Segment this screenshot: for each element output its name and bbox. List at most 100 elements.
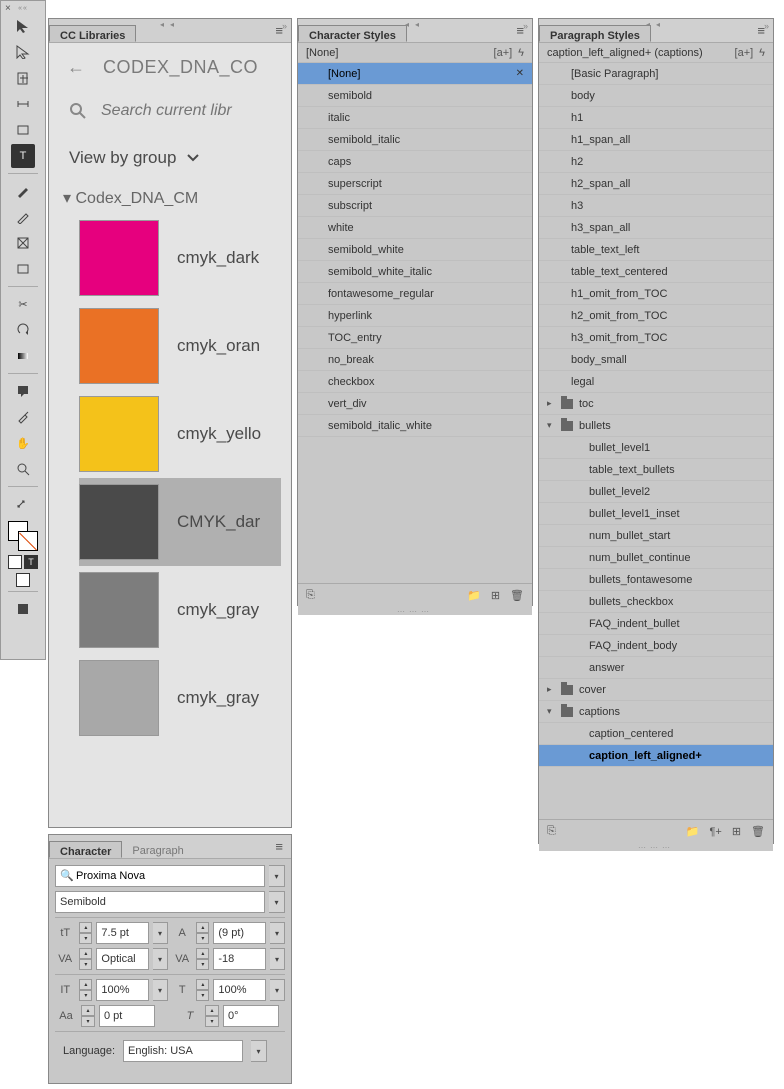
hscale-field[interactable]: 100% bbox=[213, 979, 266, 1001]
style-group-icon[interactable]: 📁 bbox=[686, 825, 700, 838]
gradient-swatch-tool[interactable] bbox=[11, 344, 35, 368]
character-style-item[interactable]: caps bbox=[298, 151, 532, 173]
paragraph-style-item[interactable]: h1_omit_from_TOC bbox=[539, 283, 773, 305]
paragraph-style-item[interactable]: h2_omit_from_TOC bbox=[539, 305, 773, 327]
group-header[interactable]: ▾ Codex_DNA_CM bbox=[59, 188, 281, 208]
free-transform-tool[interactable] bbox=[11, 318, 35, 342]
paragraph-style-item[interactable]: answer bbox=[539, 657, 773, 679]
color-swatch[interactable] bbox=[79, 484, 159, 560]
new-style-icon[interactable]: ⊞ bbox=[491, 589, 500, 602]
paragraph-style-item[interactable]: num_bullet_continue bbox=[539, 547, 773, 569]
tracking-field[interactable]: -18 bbox=[213, 948, 266, 970]
vscale-field[interactable]: 100% bbox=[96, 979, 149, 1001]
panel-close-icon[interactable]: » bbox=[764, 21, 769, 31]
language-field[interactable]: English: USA bbox=[123, 1040, 243, 1062]
character-style-item[interactable]: [None]✕ bbox=[298, 63, 532, 85]
character-style-item[interactable]: semibold_italic_white bbox=[298, 415, 532, 437]
color-swatch[interactable] bbox=[79, 308, 159, 384]
view-mode-dropdown[interactable]: View by group bbox=[59, 148, 281, 168]
paragraph-style-item[interactable]: bullet_level2 bbox=[539, 481, 773, 503]
tab-character-styles[interactable]: Character Styles bbox=[298, 25, 407, 42]
character-style-item[interactable]: no_break bbox=[298, 349, 532, 371]
character-style-item[interactable]: semibold_white_italic bbox=[298, 261, 532, 283]
tools-close-icon[interactable]: × bbox=[5, 3, 11, 14]
style-group[interactable]: ▸toc bbox=[539, 393, 773, 415]
font-size-field[interactable]: 7.5 pt bbox=[96, 922, 149, 944]
paragraph-style-item[interactable]: table_text_bullets bbox=[539, 459, 773, 481]
paragraph-style-item[interactable]: caption_centered bbox=[539, 723, 773, 745]
clear-override-icon[interactable]: [a+] bbox=[735, 47, 754, 59]
clear-override-icon[interactable]: [a+] bbox=[494, 47, 513, 59]
panel-menu-icon[interactable]: ≡ bbox=[267, 839, 291, 854]
paragraph-style-item[interactable]: [Basic Paragraph] bbox=[539, 63, 773, 85]
paragraph-style-item[interactable]: bullet_level1_inset bbox=[539, 503, 773, 525]
stroke-swatch[interactable] bbox=[18, 531, 38, 551]
paragraph-style-item[interactable]: table_text_centered bbox=[539, 261, 773, 283]
swatch-row[interactable]: cmyk_gray bbox=[79, 654, 281, 742]
scissors-tool[interactable]: ✂ bbox=[11, 292, 35, 316]
paragraph-style-item[interactable]: FAQ_indent_bullet bbox=[539, 613, 773, 635]
color-swatch[interactable] bbox=[79, 660, 159, 736]
paragraph-style-item[interactable]: FAQ_indent_body bbox=[539, 635, 773, 657]
screen-mode-tool[interactable] bbox=[11, 597, 35, 621]
paragraph-style-item[interactable]: body bbox=[539, 85, 773, 107]
style-group-icon[interactable]: 📁 bbox=[467, 589, 481, 602]
paragraph-style-item[interactable]: num_bullet_start bbox=[539, 525, 773, 547]
baseline-stepper[interactable]: ▴▾ bbox=[81, 1005, 95, 1027]
paragraph-style-item[interactable]: legal bbox=[539, 371, 773, 393]
kerning-stepper[interactable]: ▴▾ bbox=[79, 948, 92, 970]
paragraph-style-item[interactable]: h3_span_all bbox=[539, 217, 773, 239]
quick-apply-icon[interactable]: ϟ bbox=[759, 47, 765, 59]
paragraph-style-item[interactable]: bullets_checkbox bbox=[539, 591, 773, 613]
gap-tool[interactable] bbox=[11, 92, 35, 116]
panel-close-icon[interactable]: » bbox=[523, 21, 528, 31]
paragraph-style-item[interactable]: h3_omit_from_TOC bbox=[539, 327, 773, 349]
paragraph-style-item[interactable]: caption_left_aligned+ bbox=[539, 745, 773, 767]
color-swatch[interactable] bbox=[79, 220, 159, 296]
tracking-stepper[interactable]: ▴▾ bbox=[196, 948, 209, 970]
character-style-item[interactable]: semibold bbox=[298, 85, 532, 107]
character-style-item[interactable]: vert_div bbox=[298, 393, 532, 415]
tab-paragraph[interactable]: Paragraph bbox=[122, 841, 193, 858]
resize-grip-icon[interactable]: ⋯⋯⋯ bbox=[539, 843, 773, 851]
delete-style-icon[interactable]: 🗑 bbox=[751, 825, 765, 838]
note-tool[interactable] bbox=[11, 379, 35, 403]
swatch-row[interactable]: cmyk_dark bbox=[79, 214, 281, 302]
color-swatch[interactable] bbox=[79, 572, 159, 648]
skew-stepper[interactable]: ▴▾ bbox=[205, 1005, 219, 1027]
character-style-item[interactable]: checkbox bbox=[298, 371, 532, 393]
paragraph-style-item[interactable]: bullet_level1 bbox=[539, 437, 773, 459]
size-stepper[interactable]: ▴▾ bbox=[79, 922, 92, 944]
skew-field[interactable]: 0° bbox=[223, 1005, 279, 1027]
dropdown-arrow-icon[interactable]: ▾ bbox=[269, 891, 285, 913]
dropdown-arrow-icon[interactable]: ▾ bbox=[153, 948, 168, 970]
dropdown-arrow-icon[interactable]: ▾ bbox=[153, 922, 168, 944]
delete-style-icon[interactable]: 🗑 bbox=[510, 589, 524, 602]
dropdown-arrow-icon[interactable]: ▾ bbox=[269, 865, 285, 887]
swatch-row[interactable]: CMYK_dar bbox=[79, 478, 281, 566]
character-style-item[interactable]: semibold_italic bbox=[298, 129, 532, 151]
character-style-item[interactable]: TOC_entry bbox=[298, 327, 532, 349]
paragraph-style-item[interactable]: body_small bbox=[539, 349, 773, 371]
swap-fill-stroke-icon[interactable] bbox=[11, 492, 35, 516]
tab-paragraph-styles[interactable]: Paragraph Styles bbox=[539, 25, 651, 42]
baseline-field[interactable]: 0 pt bbox=[99, 1005, 155, 1027]
style-group[interactable]: ▾bullets bbox=[539, 415, 773, 437]
clear-overrides-icon[interactable]: ¶+ bbox=[709, 826, 721, 838]
paragraph-style-item[interactable]: bullets_fontawesome bbox=[539, 569, 773, 591]
fill-stroke-swatch[interactable] bbox=[8, 521, 38, 551]
panel-menu-icon[interactable]: ≡ bbox=[508, 23, 532, 38]
formatting-text-icon[interactable]: T bbox=[24, 555, 38, 569]
new-style-icon[interactable]: ⊞ bbox=[732, 825, 741, 838]
dropdown-arrow-icon[interactable]: ▾ bbox=[270, 922, 285, 944]
eyedropper-tool[interactable] bbox=[11, 405, 35, 429]
character-style-item[interactable]: white bbox=[298, 217, 532, 239]
character-style-item[interactable]: fontawesome_regular bbox=[298, 283, 532, 305]
frame-tool[interactable] bbox=[11, 231, 35, 255]
rectangle-tool[interactable] bbox=[11, 257, 35, 281]
formatting-container-icon[interactable] bbox=[8, 555, 22, 569]
kerning-field[interactable]: Optical bbox=[96, 948, 149, 970]
character-style-item[interactable]: hyperlink bbox=[298, 305, 532, 327]
disclose-closed-icon[interactable]: ▸ bbox=[547, 684, 559, 695]
new-style-from-selection-icon[interactable]: ⎘ bbox=[306, 589, 315, 602]
